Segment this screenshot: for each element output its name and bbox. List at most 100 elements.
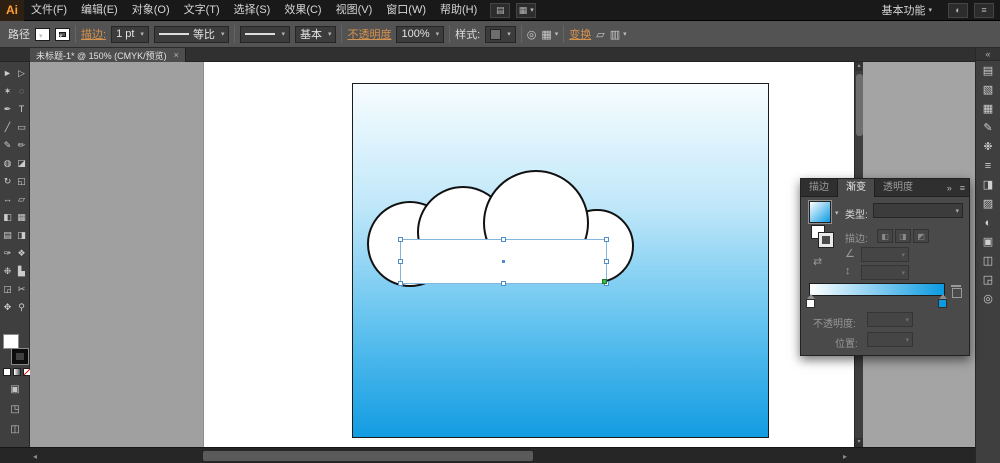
gradient-preset-caret-icon[interactable]: ▾	[835, 209, 839, 217]
magic-wand-tool[interactable]: ✶	[1, 84, 15, 98]
workspace-switcher[interactable]: 基本功能	[881, 2, 932, 18]
scroll-down-icon[interactable]: ▾	[855, 438, 863, 447]
selection-handle[interactable]	[398, 237, 403, 242]
scroll-up-icon[interactable]: ▴	[855, 62, 863, 71]
drawing-mode-icon[interactable]: ▣	[0, 384, 30, 395]
selection-handle[interactable]	[604, 237, 609, 242]
color-button[interactable]	[3, 368, 11, 376]
eyedropper-tool[interactable]: ✑	[1, 246, 15, 260]
layers-panel-icon[interactable]: ◫	[976, 251, 1000, 270]
arrange-documents-icon[interactable]: ▤	[490, 2, 511, 18]
menu-view[interactable]: 视图(V)	[329, 0, 380, 21]
menu-edit[interactable]: 编辑(E)	[74, 0, 125, 21]
color-panel-icon[interactable]: ▤	[976, 61, 1000, 80]
opacity-value-dropdown[interactable]: 100%	[396, 25, 445, 43]
document-tab[interactable]: 未标题-1* @ 150% (CMYK/预览) ×	[30, 48, 186, 62]
lasso-tool[interactable]: ◌	[15, 84, 29, 98]
edit-toolbar-icon[interactable]: ◫	[0, 424, 30, 435]
tab-gradient[interactable]: 渐变	[837, 178, 875, 197]
scroll-left-icon[interactable]: ◂	[33, 452, 37, 461]
aspect-ratio-dropdown[interactable]	[861, 265, 909, 280]
appearance-panel-icon[interactable]: ◐	[976, 213, 1000, 232]
slice-tool[interactable]: ✂	[15, 282, 29, 296]
gradient-fill-thumbnail[interactable]	[808, 200, 832, 224]
blob-brush-tool[interactable]: ◍	[1, 156, 15, 170]
menu-type[interactable]: 文字(T)	[177, 0, 227, 21]
dock-collapse-icon[interactable]: «	[976, 48, 1000, 61]
navigator-panel-icon[interactable]: ◎	[976, 289, 1000, 308]
pen-tool[interactable]: ✒	[1, 102, 15, 116]
column-graph-tool[interactable]: ▙	[15, 264, 29, 278]
align-options-icon[interactable]: ▦	[541, 28, 558, 41]
extra-options-icon[interactable]: ▥	[610, 28, 627, 41]
menu-help[interactable]: 帮助(H)	[433, 0, 484, 21]
paintbrush-tool[interactable]: ✎	[1, 138, 15, 152]
scroll-right-icon[interactable]: ▸	[843, 452, 847, 461]
shape-builder-tool[interactable]: ◧	[1, 210, 15, 224]
document-setup-icon[interactable]: ◎	[527, 28, 537, 41]
panel-fill-stroke-widget[interactable]	[811, 225, 835, 249]
gradient-stop-start[interactable]	[806, 294, 815, 308]
gradient-type-dropdown[interactable]	[873, 203, 963, 218]
rotate-tool[interactable]: ↻	[1, 174, 15, 188]
horizontal-scrollbar[interactable]: ◂ ▸	[0, 447, 1000, 463]
position-dropdown[interactable]	[867, 332, 913, 347]
document-viewport[interactable]	[30, 62, 862, 447]
selection-tool[interactable]: ►	[1, 66, 15, 80]
stroke-weight-dropdown[interactable]: 1 pt	[111, 25, 149, 43]
menu-window[interactable]: 窗口(W)	[379, 0, 433, 21]
menu-select[interactable]: 选择(S)	[227, 0, 278, 21]
artboard-tool[interactable]: ◲	[1, 282, 15, 296]
selection-handle[interactable]	[398, 281, 403, 286]
brush-stroke-dropdown[interactable]	[240, 25, 290, 43]
fill-color-swatch[interactable]	[35, 27, 50, 41]
artboards-panel-icon[interactable]: ◲	[976, 270, 1000, 289]
fill-swatch[interactable]	[3, 334, 19, 349]
stroke-within-icon[interactable]: ◧	[877, 229, 893, 243]
stroke-color-swatch[interactable]	[55, 27, 70, 41]
stroke-panel-icon[interactable]: ≡	[976, 156, 1000, 175]
selected-rectangle[interactable]	[398, 237, 609, 286]
mesh-tool[interactable]: ▤	[1, 228, 15, 242]
tab-transparency[interactable]: 透明度	[875, 179, 921, 197]
transform-panel-link[interactable]: 变换	[569, 26, 591, 42]
symbols-panel-icon[interactable]: ❉	[976, 137, 1000, 156]
style-dropdown[interactable]	[485, 25, 516, 43]
horizontal-scroll-thumb[interactable]	[203, 451, 533, 461]
eraser-tool[interactable]: ◪	[15, 156, 29, 170]
gradient-button[interactable]	[13, 368, 21, 376]
width-profile-dropdown[interactable]: 等比	[153, 25, 230, 43]
cs-live-icon[interactable]: ◐	[948, 2, 968, 18]
document-layout-icon[interactable]: ▦	[516, 2, 537, 18]
line-segment-tool[interactable]: ╱	[1, 120, 15, 134]
scale-tool[interactable]: ◱	[15, 174, 29, 188]
selection-handle[interactable]	[604, 258, 609, 264]
menu-file[interactable]: 文件(F)	[24, 0, 74, 21]
graphic-styles-panel-icon[interactable]: ▣	[976, 232, 1000, 251]
symbol-sprayer-tool[interactable]: ❉	[1, 264, 15, 278]
reverse-gradient-icon[interactable]: ⇄	[813, 255, 822, 268]
menu-effect[interactable]: 效果(C)	[277, 0, 328, 21]
free-transform-tool[interactable]: ▱	[15, 192, 29, 206]
stroke-swatch[interactable]	[11, 348, 29, 365]
selection-handle[interactable]	[398, 258, 403, 264]
type-tool[interactable]: T	[15, 102, 29, 116]
tab-close-icon[interactable]: ×	[174, 50, 179, 60]
panel-expand-icon[interactable]: »	[943, 183, 956, 193]
stroke-panel-link[interactable]: 描边:	[81, 26, 106, 42]
angle-dropdown[interactable]	[861, 247, 909, 262]
transform-extra-icon[interactable]: ▱	[596, 28, 604, 41]
pencil-tool[interactable]: ✏	[15, 138, 29, 152]
gradient-stop-end[interactable]	[938, 294, 947, 308]
delete-stop-icon[interactable]	[951, 285, 962, 298]
screen-mode-icon[interactable]: ◳	[0, 404, 30, 415]
rectangle-tool[interactable]: ▭	[15, 120, 29, 134]
width-tool[interactable]: ↔	[1, 192, 15, 206]
stroke-across-icon[interactable]: ◩	[913, 229, 929, 243]
transparency-panel-icon[interactable]: ▨	[976, 194, 1000, 213]
hand-tool[interactable]: ✥	[1, 300, 15, 314]
swatches-panel-icon[interactable]: ▦	[976, 99, 1000, 118]
perspective-grid-tool[interactable]: ▦	[15, 210, 29, 224]
panel-menu-icon[interactable]: ≡	[956, 183, 969, 193]
brushes-panel-icon[interactable]: ✎	[976, 118, 1000, 137]
